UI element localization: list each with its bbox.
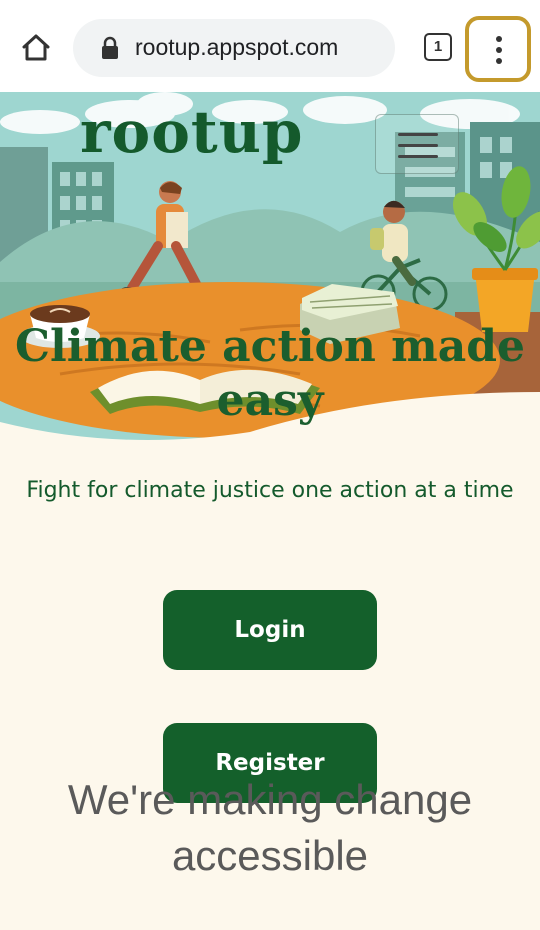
tagline: Fight for climate justice one action at … [26,478,514,503]
page-headline: Climate action made easy [15,321,525,426]
address-bar[interactable]: rootup.appspot.com [73,19,395,77]
home-button[interactable] [16,28,56,68]
tab-switcher-icon[interactable]: 1 [424,33,452,61]
section-subheading: We're making change accessible [67,776,473,879]
lock-icon [102,36,118,59]
site-logo[interactable]: rootup [80,98,303,166]
login-button[interactable]: Login [163,590,377,670]
home-icon [22,34,50,61]
url-text: rootup.appspot.com [135,34,339,60]
browser-toolbar: rootup.appspot.com 1 [0,0,540,92]
more-vert-icon[interactable] [465,16,531,82]
hamburger-menu-icon[interactable] [375,114,459,174]
